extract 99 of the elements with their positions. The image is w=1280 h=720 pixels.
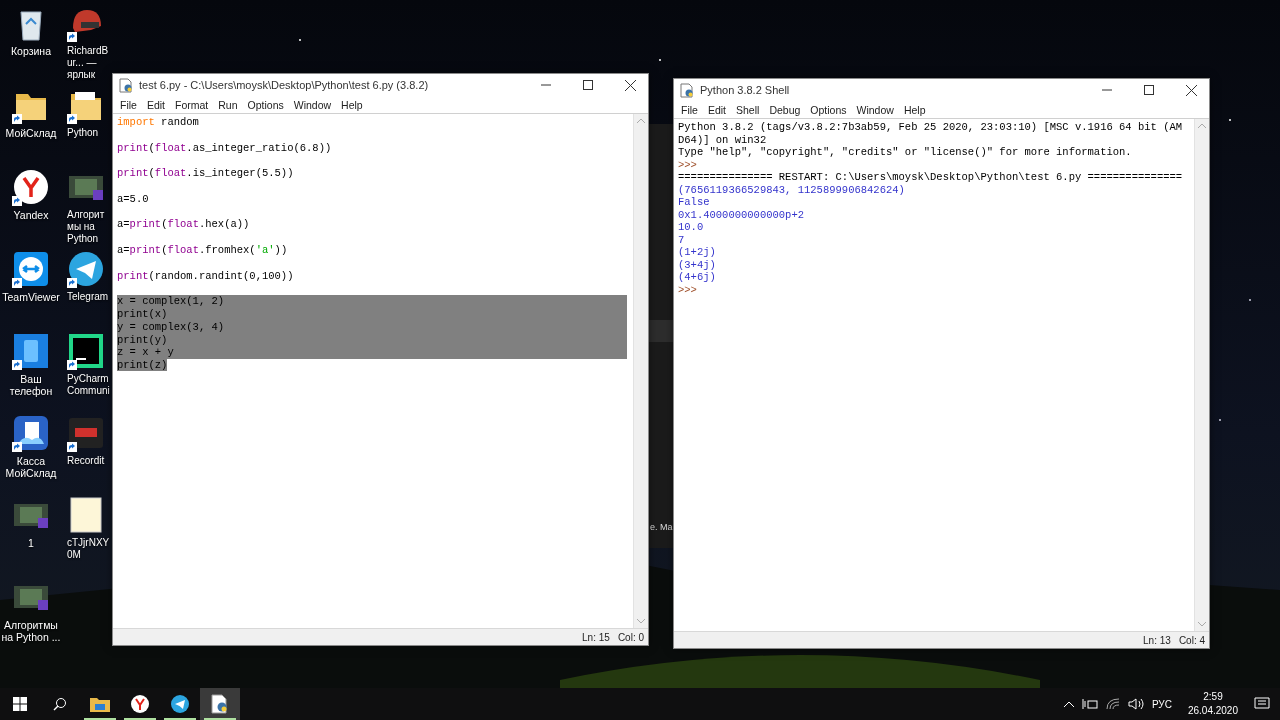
shell-line: (7656119366529843, 1125899906842624): [678, 183, 906, 196]
icon-label[interactable]: Корзина: [1, 45, 61, 57]
code-line: print(float.as_integer_ratio(6.8)): [117, 141, 332, 154]
scrollbar[interactable]: [633, 114, 648, 628]
icon-label[interactable]: Recordit: [67, 455, 111, 467]
date-text: 26.04.2020: [1187, 704, 1238, 718]
language-indicator[interactable]: РУС: [1151, 698, 1172, 710]
toolbar-strip: [649, 320, 673, 342]
code-line: a=print(float.hex(a)): [117, 218, 250, 231]
icon-label[interactable]: Yandex: [1, 209, 61, 221]
code-line: import random: [117, 116, 199, 128]
shortcut-arrow-icon: [12, 114, 22, 124]
menu-item[interactable]: Shell: [731, 103, 765, 116]
shortcut-arrow-icon: [12, 278, 22, 288]
menu-item[interactable]: File: [676, 103, 703, 116]
windows-logo-icon: [13, 697, 27, 711]
icon-label[interactable]: RichardBur... — ярлык: [67, 45, 111, 81]
shell-line: Type "help", "copyright", "credits" or "license()" for more information.: [678, 146, 1133, 159]
folder-icon: [90, 696, 110, 712]
column-status: Col: 0: [617, 631, 644, 643]
menu-item[interactable]: Window: [288, 98, 337, 111]
icon-label[interactable]: cTJjrNXY0M: [67, 537, 111, 561]
shortcut-arrow-icon: [12, 442, 22, 452]
scrollbar[interactable]: [1194, 119, 1209, 631]
icon-label[interactable]: TeamViewer: [1, 291, 61, 303]
y-logo-icon: [12, 168, 50, 206]
shortcut-arrow-icon: [12, 196, 22, 206]
shell-line: (4+6j): [678, 271, 717, 284]
icon-label[interactable]: Python: [67, 127, 111, 139]
shortcut-arrow-icon: [67, 114, 77, 124]
phone-icon: [12, 332, 50, 370]
icon-label[interactable]: Касса МойСклад: [1, 455, 61, 479]
shell-line: 0x1.4000000000000p+2: [678, 208, 806, 221]
icon-label[interactable]: Telegram: [67, 291, 111, 303]
shell-line: >>>: [678, 158, 698, 171]
code-line: a=print(float.fromhex('a')): [117, 243, 288, 256]
window-title: Python 3.8.2 Shell: [700, 84, 791, 96]
close-icon: [624, 79, 636, 91]
receipt-icon: [12, 414, 50, 452]
icon-label[interactable]: Ваш телефон: [1, 373, 61, 397]
note-icon: [67, 496, 105, 534]
code-line: print(random.randint(0,100)): [117, 269, 294, 282]
clock[interactable]: 2:59 26.04.2020: [1179, 690, 1246, 718]
arrows-icon: [12, 250, 50, 288]
window-text: e. Ma: [649, 522, 673, 532]
shell-line: D64)] on win32: [678, 133, 768, 146]
line-number-status: Ln: 13: [1143, 634, 1171, 646]
paper-plane-icon: [171, 695, 189, 713]
menu-item[interactable]: Options: [805, 103, 852, 116]
network-icon: [1081, 698, 1098, 710]
time-text: 2:59: [1203, 690, 1223, 704]
taskbar-app[interactable]: [200, 688, 240, 720]
speaker-icon: [1127, 698, 1144, 710]
shell-line: 10.0: [678, 221, 705, 234]
wifi-icon: [1105, 698, 1120, 710]
document-icon: [119, 77, 133, 93]
python-document-icon: [211, 694, 229, 714]
icon-label[interactable]: Алгоритмы на Python ...: [1, 619, 61, 643]
y-logo-icon: [131, 695, 149, 713]
maximize-icon: [583, 80, 593, 90]
code-line: print(float.is_integer(5.5)): [117, 167, 294, 180]
document-icon: [680, 82, 694, 98]
code-line: a=5.0: [117, 192, 149, 205]
shell-line: False: [678, 196, 711, 209]
menu-item[interactable]: File: [115, 98, 142, 111]
chevron-up-icon: [1063, 701, 1074, 707]
shortcut-arrow-icon: [67, 32, 77, 42]
paper-plane-icon: [67, 250, 105, 288]
icon-label[interactable]: PyCharm Communi: [67, 373, 111, 397]
menu-item[interactable]: Help: [898, 103, 931, 116]
shell-line: >>>: [678, 283, 698, 296]
icon-label[interactable]: 1: [1, 537, 61, 549]
column-status: Col: 4: [1178, 634, 1205, 646]
shortcut-arrow-icon: [12, 360, 22, 370]
menu-item[interactable]: Format: [170, 98, 214, 111]
close-icon: [1185, 84, 1197, 96]
notification-icon: [1254, 697, 1270, 711]
shell-line: (3+4j): [678, 258, 717, 271]
menu-item[interactable]: Edit: [702, 103, 731, 116]
line-number-status: Ln: 15: [582, 631, 610, 643]
search-icon: [53, 697, 67, 711]
menu-item[interactable]: Options: [242, 98, 289, 111]
icon-label[interactable]: Алгоритмы на Python: [67, 209, 111, 245]
menu-item[interactable]: Debug: [764, 103, 806, 116]
shortcut-arrow-icon: [67, 278, 77, 288]
menu-item[interactable]: Window: [851, 103, 899, 116]
icon-label[interactable]: МойСклад: [1, 127, 61, 139]
menu-item[interactable]: Help: [336, 98, 368, 111]
window-title: test 6.py - C:\Users\moysk\Desktop\Python\test 6.py (3.8.2): [139, 79, 430, 91]
shell-line: =============== RESTART: C:\Users\moysk\Desktop\Python\test 6.py ===============: [678, 171, 1184, 184]
menu-item[interactable]: Run: [213, 98, 243, 111]
shell-line: (1+2j): [678, 246, 717, 259]
pc-logo-icon: [67, 332, 105, 370]
shortcut-arrow-icon: [67, 360, 77, 370]
maximize-icon: [1144, 85, 1154, 95]
menu-item[interactable]: Edit: [141, 98, 170, 111]
shortcut-arrow-icon: [67, 442, 77, 452]
shell-line: Python 3.8.2 (tags/v3.8.2:7b3ab59, Feb 25 2020, 23:03:10) [MSC v.1916 64 bit (AM: [678, 121, 1184, 134]
shell-line: 7: [678, 233, 686, 246]
